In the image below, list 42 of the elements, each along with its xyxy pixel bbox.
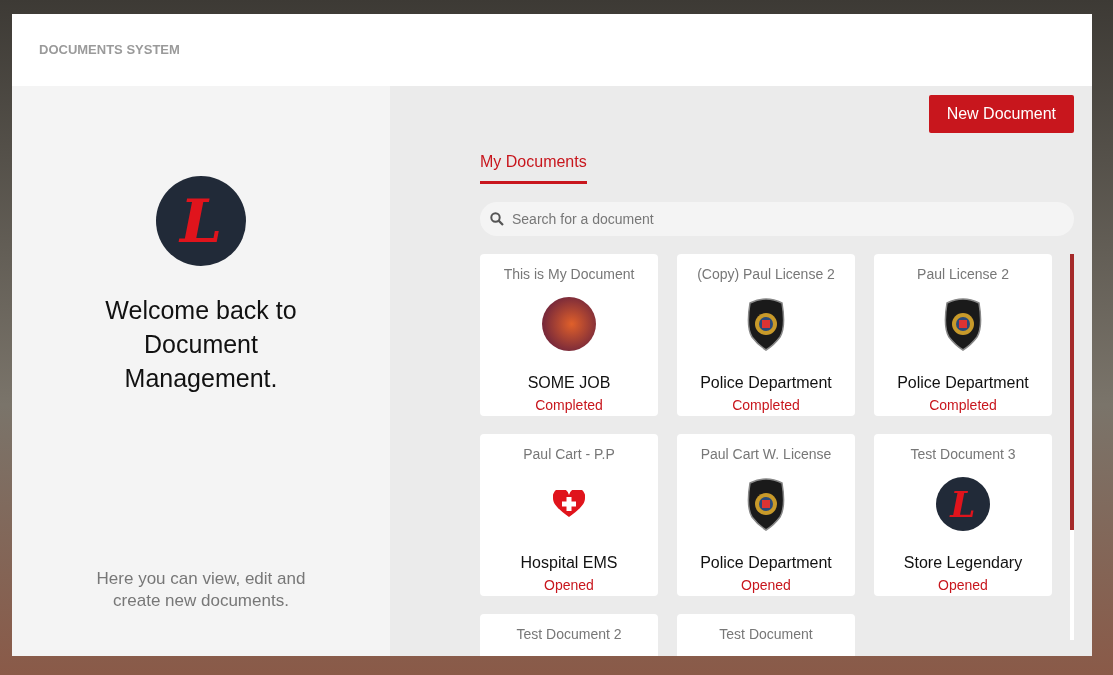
document-status: Completed — [732, 396, 800, 415]
document-status: Opened — [938, 576, 988, 595]
document-title: Paul Cart W. License — [700, 445, 832, 464]
document-card[interactable]: Test Document 2 — [480, 614, 658, 656]
department-name: Hospital EMS — [520, 553, 618, 573]
document-title: (Copy) Paul License 2 — [697, 265, 835, 284]
department-name: Police Department — [897, 373, 1029, 393]
police-badge-icon — [746, 297, 786, 351]
department-name: Store Legendary — [903, 553, 1023, 573]
police-badge-icon — [746, 477, 786, 531]
photo-placeholder — [542, 297, 596, 351]
document-card[interactable]: This is My Document SOME JOB Completed — [480, 254, 658, 416]
document-title: Test Document 2 — [516, 625, 622, 644]
document-title: Paul Cart - P.P — [523, 445, 615, 464]
document-card[interactable]: (Copy) Paul License 2 Police Department Completed — [677, 254, 855, 416]
search-field[interactable]: Search for a document — [480, 202, 1074, 236]
welcome-description: Here you can view, edit and create new documents. — [95, 567, 307, 612]
document-card[interactable]: Paul Cart W. License Police Department Opened — [677, 434, 855, 596]
police-badge-icon — [943, 297, 983, 351]
department-name: SOME JOB — [527, 373, 611, 393]
welcome-heading: Welcome back to Document Management. — [104, 295, 298, 394]
document-status: Completed — [929, 396, 997, 415]
document-title: This is My Document — [503, 265, 635, 284]
document-title: Paul License 2 — [917, 265, 1009, 284]
logo-icon: L — [936, 477, 990, 531]
new-document-button[interactable]: New Document — [928, 95, 1074, 133]
tab[interactable]: My Documents — [480, 144, 587, 184]
logo-icon: L — [156, 176, 246, 266]
document-card[interactable]: Test Document — [677, 614, 855, 656]
document-status: Opened — [741, 576, 791, 595]
app-title: DOCUMENTS SYSTEM — [39, 41, 180, 60]
document-status: Completed — [535, 396, 603, 415]
scrollbar-thumb[interactable] — [1070, 254, 1074, 530]
document-status: Opened — [544, 576, 594, 595]
heart-cross-icon — [553, 490, 585, 518]
document-card[interactable]: Paul Cart - P.P Hospital EMS Opened — [480, 434, 658, 596]
department-name: Police Department — [700, 553, 832, 573]
document-title: Test Document 3 — [910, 445, 1016, 464]
document-card[interactable]: Paul License 2 Police Department Completed — [874, 254, 1052, 416]
document-title: Test Document — [719, 625, 813, 644]
document-card[interactable]: Test Document 3 L Store Legendary Opened — [874, 434, 1052, 596]
department-name: Police Department — [700, 373, 832, 393]
